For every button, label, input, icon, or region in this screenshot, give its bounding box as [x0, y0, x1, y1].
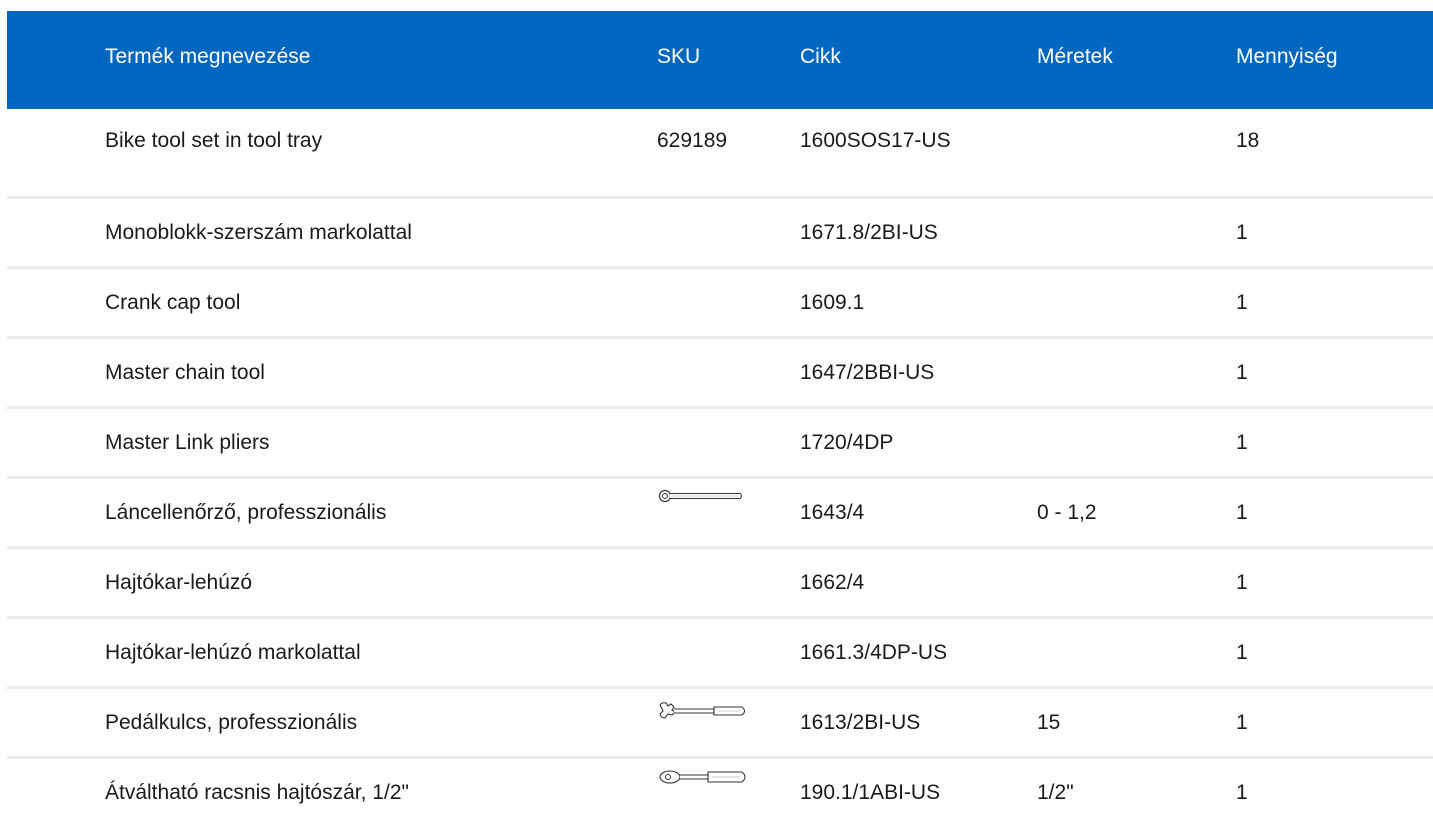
table-row: Bike tool set in tool tray 629189 1600SO… — [7, 109, 1433, 199]
row-name: Láncellenőrző, professzionális — [105, 501, 387, 524]
row-mennyiseg: 1 — [1236, 501, 1248, 524]
row-cikk: 1661.3/4DP-US — [800, 641, 948, 664]
row-meretek: 1/2" — [1037, 781, 1074, 804]
table-row: Láncellenőrző, professzionális 1643/4 0 … — [7, 479, 1433, 549]
header-cikk: Cikk — [800, 45, 841, 68]
pedal-wrench-icon — [658, 701, 748, 721]
row-cikk: 1720/4DP — [800, 431, 894, 454]
row-sku: 629189 — [657, 129, 728, 152]
row-name: Átváltható racsnis hajtószár, 1/2" — [105, 781, 409, 804]
row-name: Monoblokk-szerszám markolattal — [105, 221, 412, 244]
row-mennyiseg: 1 — [1236, 291, 1248, 314]
row-mennyiseg: 1 — [1236, 571, 1248, 594]
header-mennyiseg: Mennyiség — [1236, 45, 1338, 68]
row-cikk: 1600SOS17-US — [800, 129, 951, 152]
table-row: Pedálkulcs, professzionális 1613/2BI-US … — [7, 689, 1433, 759]
row-name: Hajtókar-lehúzó — [105, 571, 253, 594]
product-table: Termék megnevezése SKU Cikk Méretek Menn… — [7, 11, 1433, 826]
table-header: Termék megnevezése SKU Cikk Méretek Menn… — [7, 11, 1433, 109]
row-cikk: 1643/4 — [800, 501, 865, 524]
row-mennyiseg: 1 — [1236, 221, 1248, 244]
row-mennyiseg: 18 — [1236, 129, 1260, 152]
table-row: Monoblokk-szerszám markolattal 1671.8/2B… — [7, 199, 1433, 269]
row-cikk: 1609.1 — [800, 291, 865, 314]
row-cikk: 1647/2BBI-US — [800, 361, 935, 384]
row-mennyiseg: 1 — [1236, 711, 1248, 734]
row-name: Pedálkulcs, professzionális — [105, 711, 358, 734]
row-name: Hajtókar-lehúzó markolattal — [105, 641, 361, 664]
row-cikk: 1662/4 — [800, 571, 865, 594]
row-mennyiseg: 1 — [1236, 641, 1248, 664]
table-row: Hajtókar-lehúzó markolattal 1661.3/4DP-U… — [7, 619, 1433, 689]
row-name: Master Link pliers — [105, 431, 270, 454]
row-name: Crank cap tool — [105, 291, 241, 314]
table-row: Master Link pliers 1720/4DP 1 — [7, 409, 1433, 479]
header-meretek: Méretek — [1037, 45, 1113, 68]
row-name: Master chain tool — [105, 361, 265, 384]
row-meretek: 0 - 1,2 — [1037, 501, 1097, 524]
row-mennyiseg: 1 — [1236, 781, 1248, 804]
table-row: Crank cap tool 1609.1 1 — [7, 269, 1433, 339]
table-row: Hajtókar-lehúzó 1662/4 1 — [7, 549, 1433, 619]
row-meretek: 15 — [1037, 711, 1061, 734]
row-mennyiseg: 1 — [1236, 361, 1248, 384]
row-cikk: 190.1/1ABI-US — [800, 781, 941, 804]
row-cikk: 1671.8/2BI-US — [800, 221, 938, 244]
ratchet-icon — [658, 769, 748, 785]
table-row: Átváltható racsnis hajtószár, 1/2" 190.1… — [7, 759, 1433, 826]
header-name: Termék megnevezése — [105, 45, 311, 68]
table-row: Master chain tool 1647/2BBI-US 1 — [7, 339, 1433, 409]
row-cikk: 1613/2BI-US — [800, 711, 921, 734]
header-sku: SKU — [657, 45, 701, 68]
row-name: Bike tool set in tool tray — [105, 129, 323, 152]
row-mennyiseg: 1 — [1236, 431, 1248, 454]
chain-checker-icon — [658, 489, 744, 503]
